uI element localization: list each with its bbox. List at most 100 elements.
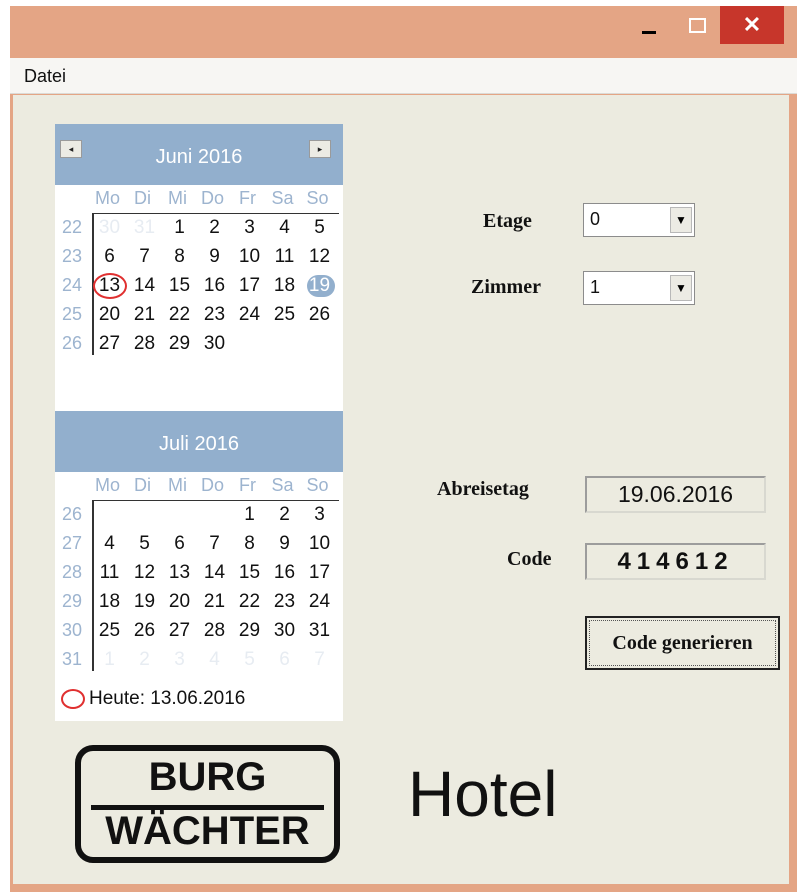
- calendar-day[interactable]: 10: [234, 243, 265, 270]
- calendar-day[interactable]: 7: [129, 243, 160, 270]
- today-circle-icon: [61, 689, 85, 709]
- calendar-day[interactable]: 1: [234, 501, 265, 528]
- abreisetag-label: Abreisetag: [437, 478, 529, 500]
- week-number: 24: [61, 275, 83, 295]
- calendar-day[interactable]: 26: [304, 301, 335, 328]
- calendar-day[interactable]: 22: [234, 588, 265, 615]
- chevron-down-icon[interactable]: ▼: [670, 207, 692, 233]
- calendar-day[interactable]: 13: [164, 559, 195, 586]
- calendar-day[interactable]: 20: [94, 301, 125, 328]
- month-calendar[interactable]: Juni 2016 ◂ ▸ Mo Di Mi Do Fr Sa So 22 30 31 1 2 3 4 5 23 6 7…: [55, 124, 343, 721]
- calendar-day[interactable]: 14: [129, 272, 160, 299]
- calendar-day[interactable]: 12: [304, 243, 335, 270]
- calendar-day[interactable]: 5: [234, 646, 265, 673]
- calendar-day[interactable]: 20: [164, 588, 195, 615]
- week-number: 23: [61, 246, 83, 266]
- calendar-day[interactable]: 30: [269, 617, 300, 644]
- calendar-day[interactable]: 4: [269, 214, 300, 241]
- calendar-day[interactable]: 21: [129, 301, 160, 328]
- calendar-day[interactable]: 6: [269, 646, 300, 673]
- calendar-day[interactable]: 8: [164, 243, 195, 270]
- calendar-day[interactable]: 2: [129, 646, 160, 673]
- calendar-day[interactable]: 11: [269, 243, 300, 270]
- calendar-day[interactable]: 31: [129, 214, 160, 241]
- calendar-day[interactable]: 2: [199, 214, 230, 241]
- product-name: Hotel: [408, 758, 558, 830]
- weekday-label: So: [306, 475, 329, 495]
- calendar-day[interactable]: 8: [234, 530, 265, 557]
- calendar-day[interactable]: 28: [199, 617, 230, 644]
- calendar-day[interactable]: 13: [94, 272, 125, 299]
- zimmer-dropdown[interactable]: 1 ▼: [583, 271, 695, 305]
- calendar-day[interactable]: 17: [234, 272, 265, 299]
- calendar-day[interactable]: 28: [129, 330, 160, 357]
- calendar-day[interactable]: 11: [94, 559, 125, 586]
- calendar-day[interactable]: 5: [304, 214, 335, 241]
- close-button[interactable]: ✕: [720, 6, 784, 44]
- calendar-day[interactable]: 23: [199, 301, 230, 328]
- calendar-day[interactable]: 9: [199, 243, 230, 270]
- calendar-month-header: Juni 2016 ◂ ▸: [55, 124, 343, 185]
- calendar-day[interactable]: 25: [269, 301, 300, 328]
- prev-month-button[interactable]: ◂: [60, 140, 82, 158]
- today-link[interactable]: Heute: 13.06.2016: [61, 688, 245, 710]
- generate-code-button[interactable]: Code generieren: [585, 616, 780, 670]
- minimize-button[interactable]: [626, 6, 672, 44]
- calendar-day[interactable]: 4: [94, 530, 125, 557]
- etage-label: Etage: [483, 210, 532, 232]
- week-number: 27: [61, 533, 83, 553]
- calendar-day[interactable]: 18: [94, 588, 125, 615]
- calendar-day[interactable]: 31: [304, 617, 335, 644]
- calendar-day[interactable]: 3: [234, 214, 265, 241]
- calendar-day[interactable]: 17: [304, 559, 335, 586]
- calendar-month-title[interactable]: Juli 2016: [55, 433, 343, 456]
- calendar-day[interactable]: 18: [269, 272, 300, 299]
- zimmer-value: 1: [590, 277, 601, 297]
- calendar-day[interactable]: 29: [234, 617, 265, 644]
- calendar-day[interactable]: 7: [199, 530, 230, 557]
- calendar-day[interactable]: 15: [164, 272, 195, 299]
- calendar-day[interactable]: 25: [94, 617, 125, 644]
- calendar-day[interactable]: 21: [199, 588, 230, 615]
- calendar-day[interactable]: 16: [199, 272, 230, 299]
- calendar-day[interactable]: 1: [94, 646, 125, 673]
- calendar-day[interactable]: 15: [234, 559, 265, 586]
- calendar-day[interactable]: 24: [234, 301, 265, 328]
- calendar-day[interactable]: 14: [199, 559, 230, 586]
- calendar-day[interactable]: 2: [269, 501, 300, 528]
- calendar-day[interactable]: 3: [304, 501, 335, 528]
- calendar-day[interactable]: 6: [164, 530, 195, 557]
- code-label: Code: [507, 548, 552, 570]
- calendar-day[interactable]: 12: [129, 559, 160, 586]
- calendar-day[interactable]: 30: [199, 330, 230, 357]
- calendar-day[interactable]: 5: [129, 530, 160, 557]
- chevron-down-icon[interactable]: ▼: [670, 275, 692, 301]
- calendar-day[interactable]: 27: [164, 617, 195, 644]
- calendar-day[interactable]: 9: [269, 530, 300, 557]
- calendar-day[interactable]: 16: [269, 559, 300, 586]
- week-number: 31: [61, 649, 83, 669]
- calendar-day[interactable]: 26: [129, 617, 160, 644]
- calendar-day[interactable]: 7: [304, 646, 335, 673]
- calendar-day[interactable]: 6: [94, 243, 125, 270]
- calendar-day[interactable]: 22: [164, 301, 195, 328]
- calendar-day[interactable]: 29: [164, 330, 195, 357]
- calendar-day[interactable]: 30: [94, 214, 125, 241]
- week-number: 28: [61, 562, 83, 582]
- generate-code-label: Code generieren: [589, 620, 776, 666]
- calendar-day[interactable]: 3: [164, 646, 195, 673]
- menu-item-file[interactable]: Datei: [24, 66, 66, 87]
- next-month-button[interactable]: ▸: [309, 140, 331, 158]
- calendar-day[interactable]: 1: [164, 214, 195, 241]
- calendar-month-title[interactable]: Juni 2016: [55, 146, 343, 169]
- calendar-day[interactable]: 4: [199, 646, 230, 673]
- calendar-day[interactable]: 27: [94, 330, 125, 357]
- calendar-day[interactable]: 19: [129, 588, 160, 615]
- maximize-icon: [688, 17, 706, 33]
- etage-dropdown[interactable]: 0 ▼: [583, 203, 695, 237]
- calendar-day[interactable]: 24: [304, 588, 335, 615]
- calendar-day[interactable]: 23: [269, 588, 300, 615]
- calendar-day[interactable]: 19: [304, 272, 335, 299]
- maximize-button[interactable]: [674, 6, 720, 44]
- calendar-day[interactable]: 10: [304, 530, 335, 557]
